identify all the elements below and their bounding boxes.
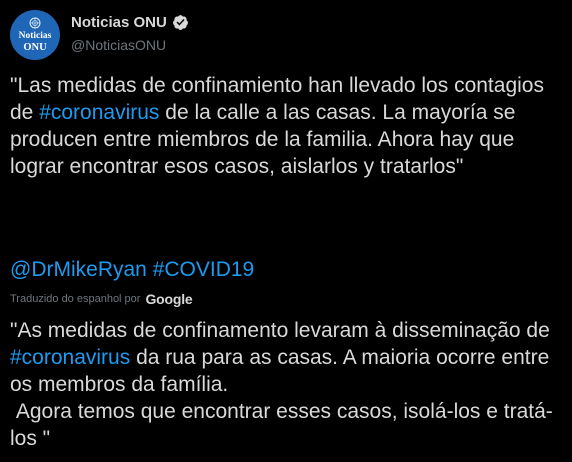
- author-name-row: Noticias ONU: [71, 14, 189, 31]
- translated-hashtag-coronavirus-link[interactable]: #coronavirus: [10, 346, 130, 369]
- hashtag-covid19-link[interactable]: #COVID19: [153, 258, 255, 281]
- tweet-text: "Las medidas de confinamiento han llevad…: [10, 72, 565, 180]
- author-handle[interactable]: @NoticiasONU: [71, 37, 166, 53]
- avatar-text-line1: Noticias: [18, 31, 52, 41]
- google-logo[interactable]: Google: [145, 291, 192, 307]
- avatar[interactable]: Noticias ONU: [10, 10, 60, 60]
- translation-label: Traduzido do espanhol por: [10, 293, 141, 305]
- translation-text-part1: "As medidas de confinamento levaram à di…: [10, 319, 556, 342]
- author-display-name[interactable]: Noticias ONU: [71, 14, 167, 31]
- translated-tweet-text: "As medidas de confinamento levaram à di…: [10, 317, 568, 452]
- hashtag-coronavirus-link[interactable]: #coronavirus: [39, 101, 159, 124]
- mention-line: @DrMikeRyan #COVID19: [10, 256, 254, 283]
- translation-attribution: Traduzido do espanhol por Google: [10, 291, 193, 307]
- verified-badge-icon: [172, 14, 189, 31]
- un-emblem-icon: [29, 17, 41, 31]
- mention-drmikeryan-link[interactable]: @DrMikeRyan: [10, 258, 147, 281]
- avatar-text-line2: ONU: [23, 41, 47, 53]
